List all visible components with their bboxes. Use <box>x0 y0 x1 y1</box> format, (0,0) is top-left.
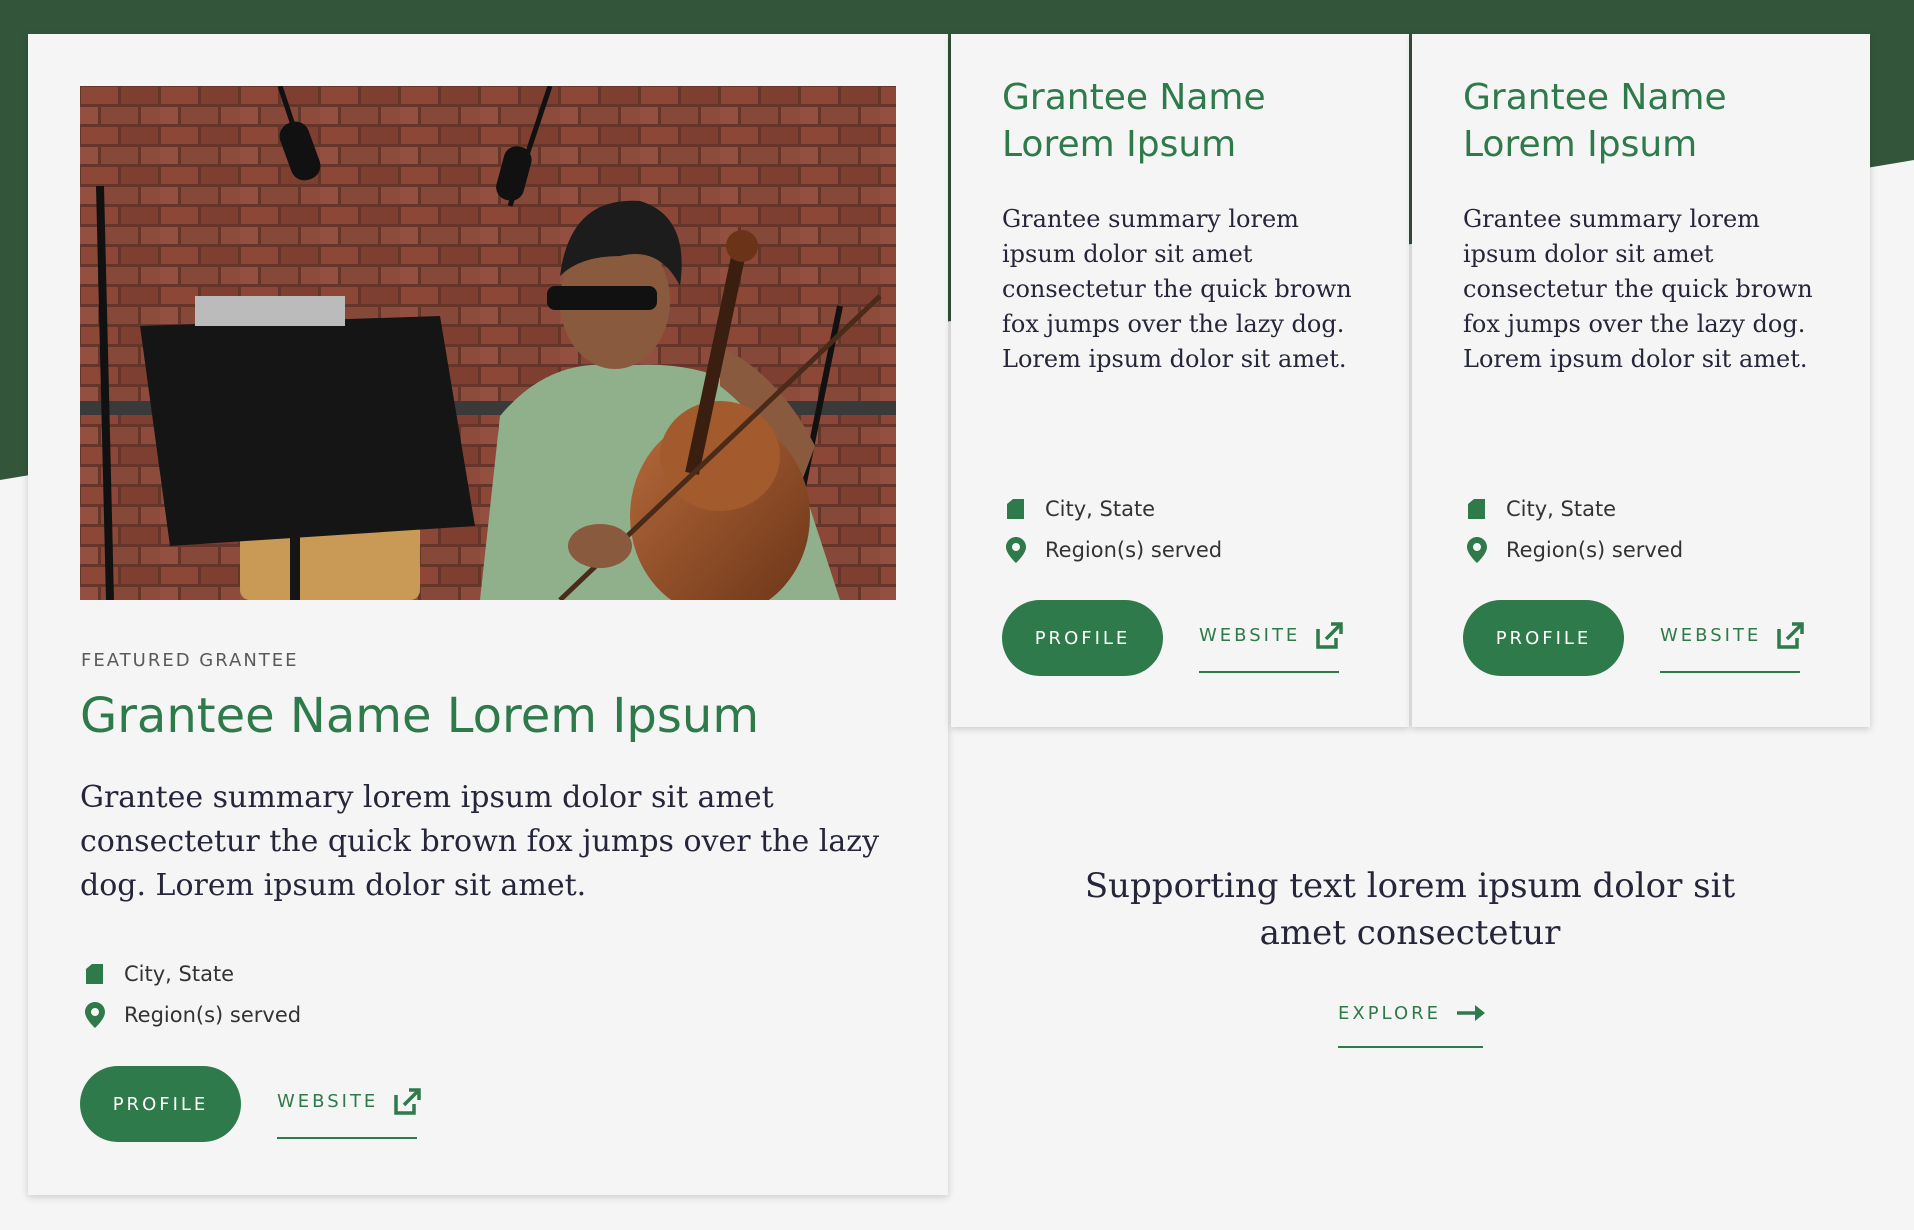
grantee-card-title[interactable]: Grantee Name Lorem Ipsum <box>1002 74 1382 168</box>
external-link-icon <box>1314 621 1344 651</box>
grantee-card-profile-button[interactable]: PROFILE <box>1002 600 1163 676</box>
featured-location: City, State <box>124 962 235 986</box>
featured-summary: Grantee summary lorem ipsum dolor sit am… <box>80 780 880 903</box>
grantee-card-location-row: City, State <box>1006 497 1155 521</box>
grantee-card-2: Grantee Name Lorem Ipsum Grantee summary… <box>1412 34 1870 727</box>
featured-website-label: WEBSITE <box>277 1091 379 1112</box>
grantee-card-region: Region(s) served <box>1045 538 1223 562</box>
featured-photo-cellist <box>80 86 896 600</box>
grantee-card-website-link[interactable]: WEBSITE <box>1660 600 1805 673</box>
featured-region: Region(s) served <box>124 1003 302 1027</box>
grantee-card-summary: Grantee summary lorem ipsum dolor sit am… <box>1463 205 1813 373</box>
explore-link[interactable]: EXPLORE <box>1338 980 1485 1048</box>
grantee-card-summary: Grantee summary lorem ipsum dolor sit am… <box>1002 205 1352 373</box>
grantee-card-region-row: Region(s) served <box>1467 537 1684 563</box>
external-link-icon <box>392 1087 422 1117</box>
featured-profile-button[interactable]: PROFILE <box>80 1066 241 1142</box>
arrow-right-icon <box>1457 1003 1489 1023</box>
map-pin-icon <box>85 1002 105 1028</box>
featured-website-link[interactable]: WEBSITE <box>277 1066 422 1139</box>
featured-location-row: City, State <box>85 962 234 986</box>
supporting-text: Supporting text lorem ipsum dolor sit am… <box>1084 866 1736 953</box>
grantee-card-location: City, State <box>1506 497 1617 521</box>
grantee-card-website-label: WEBSITE <box>1660 625 1762 646</box>
grantee-card-region-row: Region(s) served <box>1006 537 1223 563</box>
grantee-card-location-row: City, State <box>1467 497 1616 521</box>
external-link-icon <box>1775 621 1805 651</box>
building-icon <box>1467 497 1487 521</box>
map-pin-icon <box>1006 537 1026 563</box>
map-pin-icon <box>1467 537 1487 563</box>
grantee-card-website-label: WEBSITE <box>1199 625 1301 646</box>
grantee-card-location: City, State <box>1045 497 1156 521</box>
grantee-card-1: Grantee Name Lorem Ipsum Grantee summary… <box>951 34 1409 727</box>
grantee-card-profile-button[interactable]: PROFILE <box>1463 600 1624 676</box>
featured-eyebrow: FEATURED GRANTEE <box>81 650 299 671</box>
explore-label: EXPLORE <box>1338 1002 1441 1024</box>
grantee-card-region: Region(s) served <box>1506 538 1684 562</box>
building-icon <box>85 962 105 986</box>
building-icon <box>1006 497 1026 521</box>
featured-region-row: Region(s) served <box>85 1002 302 1028</box>
featured-title[interactable]: Grantee Name Lorem Ipsum <box>80 688 759 744</box>
grantee-card-website-link[interactable]: WEBSITE <box>1199 600 1344 673</box>
grantee-card-title[interactable]: Grantee Name Lorem Ipsum <box>1463 74 1843 168</box>
featured-grantee-card: FEATURED GRANTEE Grantee Name Lorem Ipsu… <box>28 34 948 1195</box>
